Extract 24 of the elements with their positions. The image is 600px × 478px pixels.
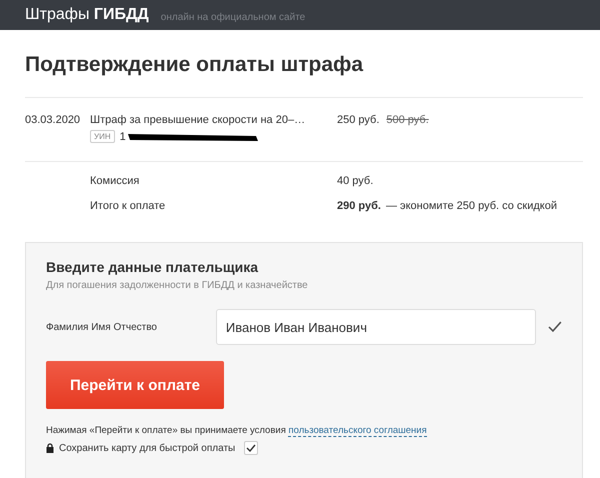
summary-note: — экономите 250 руб. со скидкой xyxy=(386,200,557,212)
summary-value: 40 руб. xyxy=(337,175,374,187)
summary-label: Итого к оплате xyxy=(90,200,166,212)
page-title: Подтверждение оплаты штрафа xyxy=(25,52,364,78)
fine-date: 03.03.2020 xyxy=(25,114,82,128)
save-card-checkbox[interactable] xyxy=(244,441,258,455)
summary-value: 290 руб. xyxy=(337,200,381,212)
payer-heading: Введите данные плательщика xyxy=(46,259,260,275)
name-field[interactable]: Иванов Иван Иванович xyxy=(216,309,536,345)
summary-label: Комиссия xyxy=(90,175,140,187)
fine-price: 250 руб. xyxy=(337,114,380,128)
uin-label: УИН xyxy=(90,130,115,143)
old-price: 500 руб. xyxy=(386,114,429,128)
uin-number: 1 xyxy=(120,130,126,142)
payer-subtitle: Для погашения задолженности в ГИБДД и казначействе xyxy=(46,280,309,291)
pay-button[interactable]: Перейти к оплате xyxy=(46,361,224,409)
site-tagline: онлайн на официальном сайте xyxy=(160,12,306,22)
agreement-link[interactable]: пользовательского соглашения xyxy=(288,425,427,437)
name-label: Фамилия Имя Отчество xyxy=(46,322,158,332)
fine-description: Штраф за превышение скорости на 20–… xyxy=(90,114,306,126)
save-card-label: Сохранить карту для быстрой оплаты xyxy=(59,442,236,454)
lock-icon xyxy=(46,443,54,453)
terms-text: Нажимая «Перейти к оплате» вы принимаете условия пользовательского соглашения xyxy=(46,425,428,436)
site-logo[interactable]: Штрафы ГИБДД xyxy=(25,6,149,24)
